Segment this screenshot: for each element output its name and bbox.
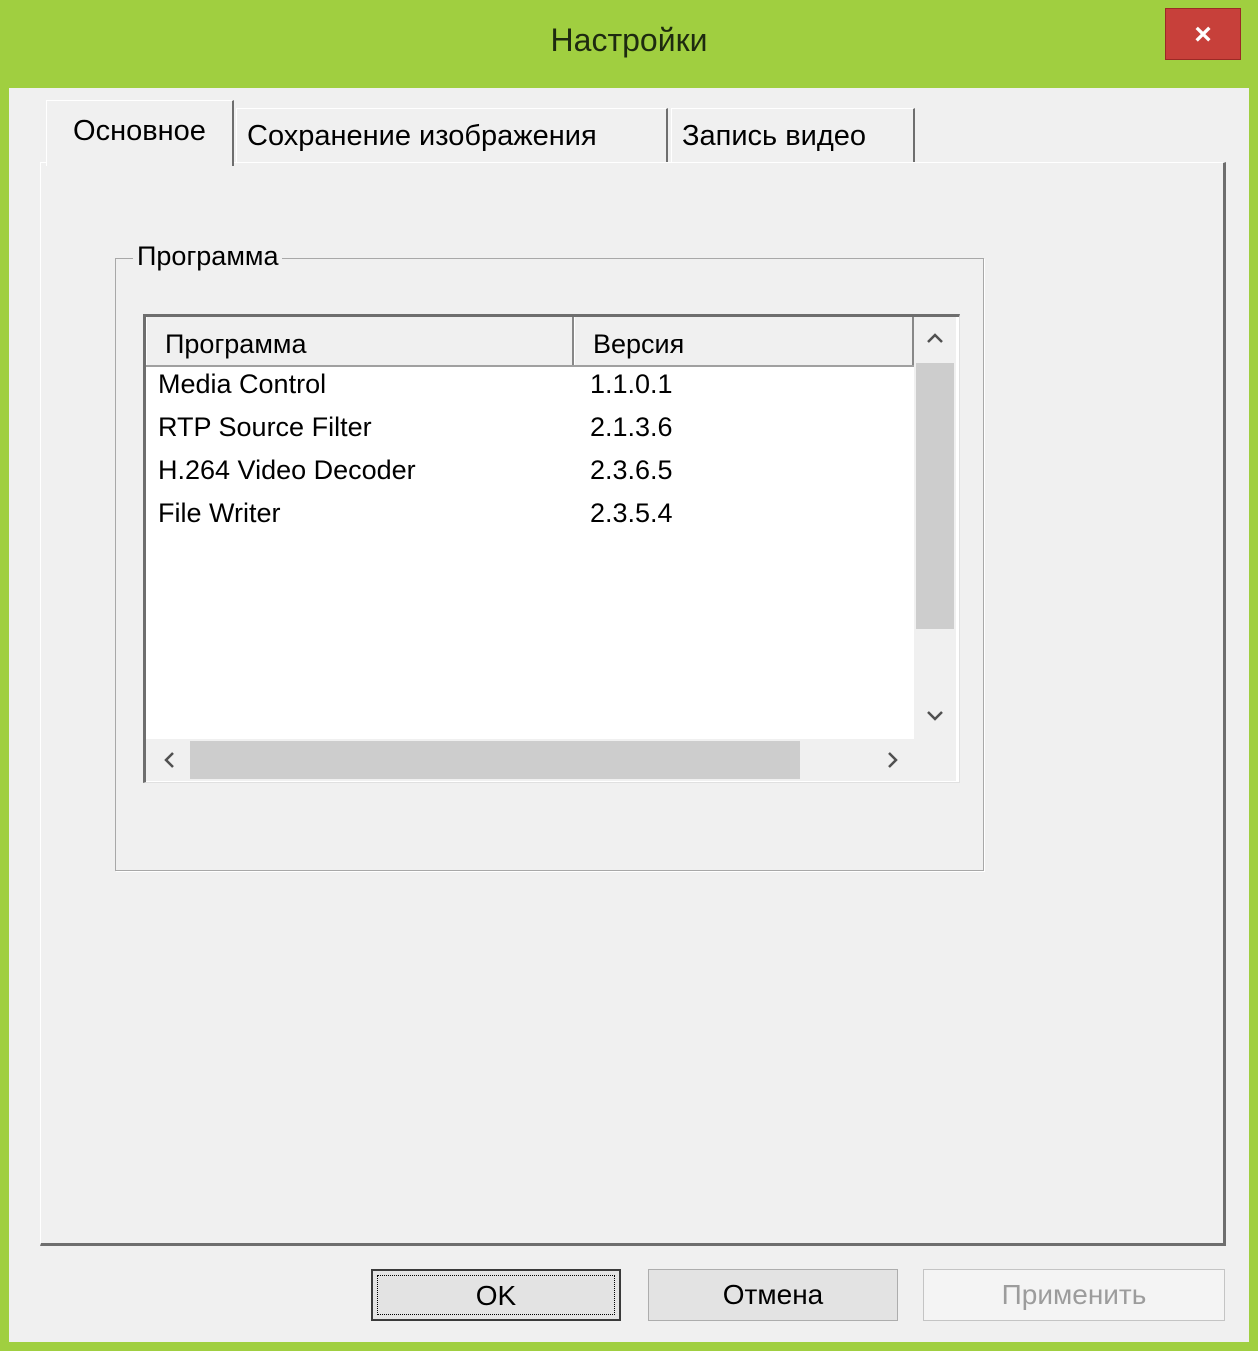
program-name: RTP Source Filter [158, 412, 372, 442]
scrollbar-corner [914, 739, 956, 781]
chevron-up-icon[interactable] [925, 331, 945, 345]
tab-video-recording[interactable]: Запись видео [671, 108, 915, 164]
title-bar[interactable]: Настройки × [0, 0, 1258, 88]
close-icon: × [1194, 18, 1212, 51]
close-button[interactable]: × [1165, 8, 1241, 60]
column-header-version[interactable]: Версия [574, 317, 914, 365]
program-version: 2.1.3.6 [590, 412, 673, 442]
list-item[interactable]: H.264 Video Decoder 2.3.6.5 [146, 455, 914, 498]
list-item[interactable]: File Writer 2.3.5.4 [146, 498, 914, 541]
cancel-button[interactable]: Отмена [648, 1269, 898, 1321]
window-title: Настройки [550, 22, 708, 58]
tab-image-saving[interactable]: Сохранение изображения [236, 108, 668, 164]
vertical-scrollbar[interactable] [914, 317, 956, 739]
column-header-program[interactable]: Программа [146, 317, 574, 365]
program-name: H.264 Video Decoder [158, 455, 416, 485]
groupbox-label: Программа [133, 241, 283, 272]
list-item[interactable]: Media Control 1.1.0.1 [146, 369, 914, 412]
chevron-left-icon[interactable] [162, 750, 176, 770]
list-header: Программа Версия [146, 317, 914, 367]
vertical-scroll-thumb[interactable] [916, 363, 954, 629]
program-version: 2.3.5.4 [590, 498, 673, 528]
horizontal-scrollbar[interactable] [146, 739, 914, 781]
apply-button[interactable]: Применить [923, 1269, 1225, 1321]
program-version: 2.3.6.5 [590, 455, 673, 485]
program-name: Media Control [158, 369, 327, 399]
ok-button[interactable]: OK [371, 1269, 621, 1321]
list-item[interactable]: RTP Source Filter 2.1.3.6 [146, 412, 914, 455]
horizontal-scroll-thumb[interactable] [190, 741, 800, 779]
program-version: 1.1.0.1 [590, 369, 673, 399]
chevron-right-icon[interactable] [886, 750, 900, 770]
program-name: File Writer [158, 498, 281, 528]
settings-dialog: Настройки × Основное Сохранение изображе… [0, 0, 1258, 1351]
chevron-down-icon[interactable] [925, 709, 945, 723]
tab-general[interactable]: Основное [46, 100, 234, 166]
program-list[interactable]: Программа Версия Media Control 1.1.0.1 R… [143, 314, 960, 783]
